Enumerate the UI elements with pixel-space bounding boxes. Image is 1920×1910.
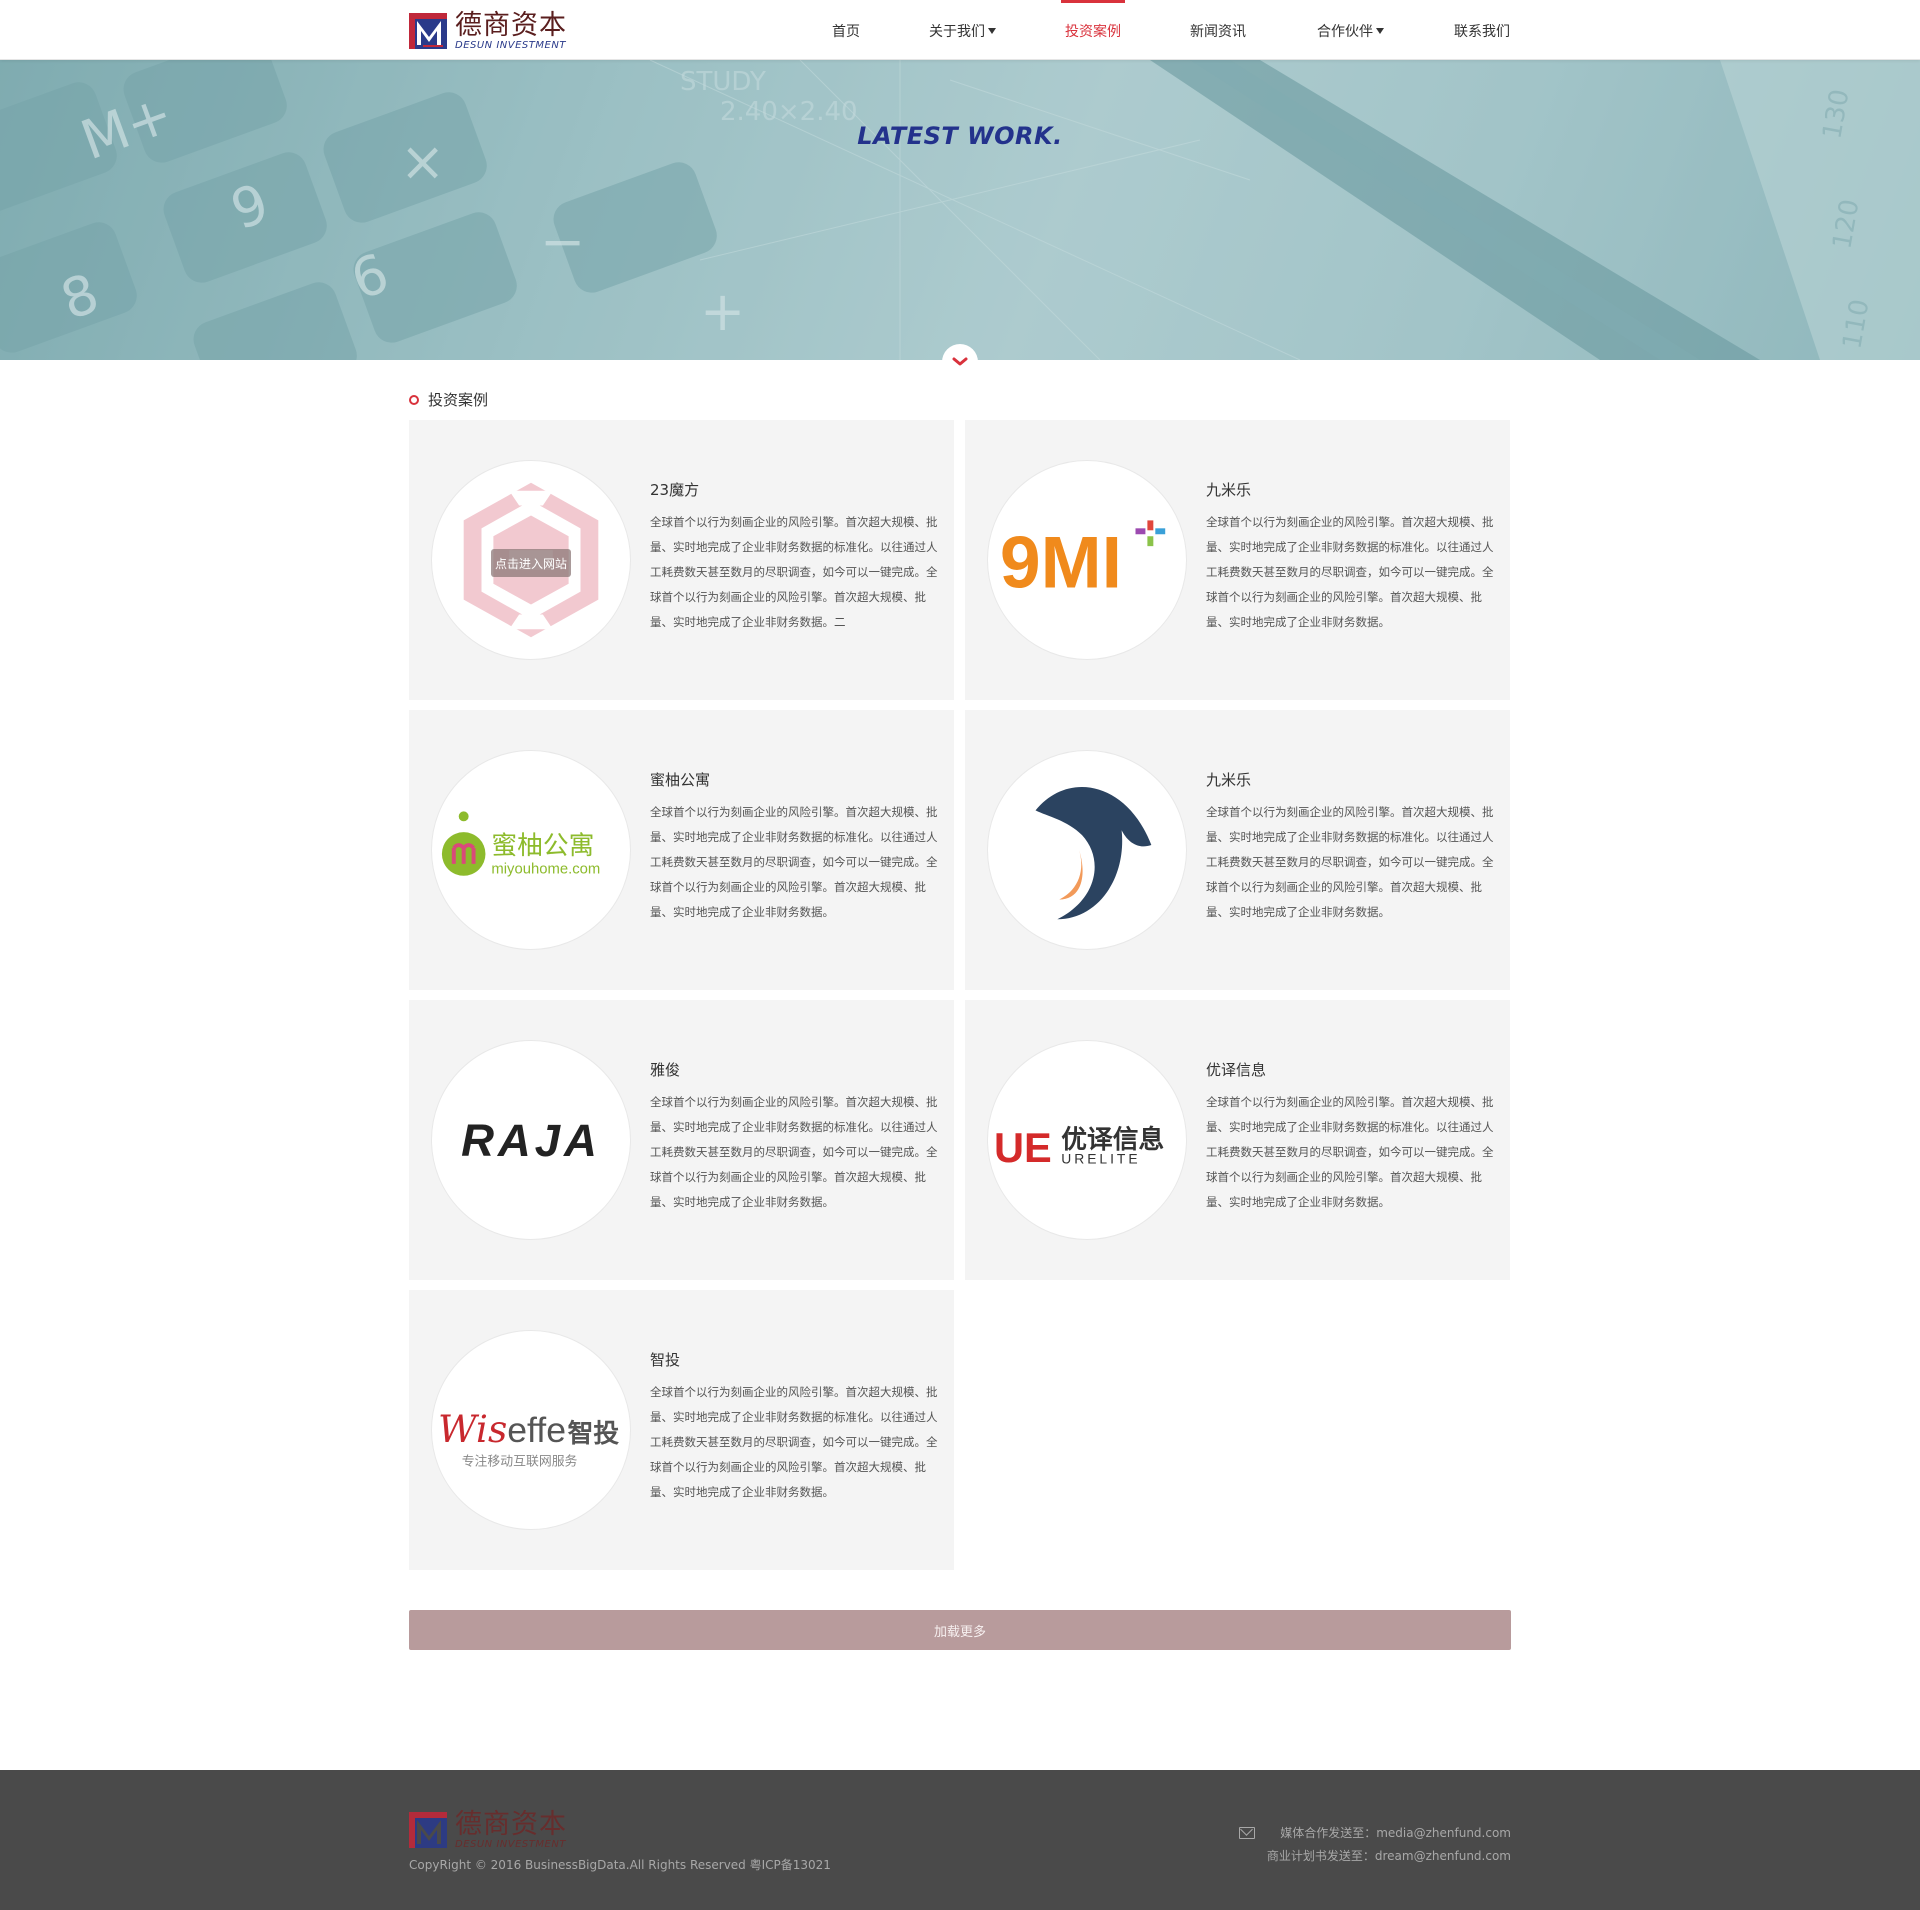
scroll-down-button[interactable] <box>942 344 978 380</box>
nav-partners[interactable]: 合作伙伴 <box>1317 21 1384 41</box>
case-card[interactable]: 9MI 九米乐 全球首个以行为刻画企业的风险引擎。首次超大规模、批量、实时地完成… <box>965 420 1510 700</box>
dropdown-caret-icon <box>988 28 996 34</box>
copyright-text: CopyRight © 2016 BusinessBigData.All Rig… <box>409 1858 831 1872</box>
svg-text:智投: 智投 <box>568 1419 620 1449</box>
case-logo[interactable]: RAJA <box>431 1040 631 1240</box>
case-card[interactable]: Wis effe 智投 专注移动互联网服务 智投 全球首个以行为刻画企业的风险引… <box>409 1290 954 1570</box>
9mi-logo-icon: 9MI <box>1000 520 1166 604</box>
footer-logo[interactable]: 德商资本 DESUN INVESTMENT <box>409 1810 567 1850</box>
svg-text:Wis: Wis <box>438 1407 507 1451</box>
mail-icon <box>1238 1827 1255 1839</box>
case-description: 全球首个以行为刻画企业的风险引擎。首次超大规模、批量、实时地完成了企业非财务数据… <box>650 1095 938 1209</box>
site-logo[interactable]: 德商资本 DESUN INVESTMENT <box>409 9 574 53</box>
logo-mark-icon <box>409 1810 449 1850</box>
chevron-down-icon <box>952 357 968 366</box>
case-card[interactable]: 点击进入网站 23魔方 全球首个以行为刻画企业的风险引擎。首次超大规模、批量、实… <box>409 420 954 700</box>
case-description: 全球首个以行为刻画企业的风险引擎。首次超大规模、批量、实时地完成了企业非财务数据… <box>1206 1095 1494 1209</box>
plan-email[interactable]: 商业计划书发送至：dream@zhenfund.com <box>1267 1845 1511 1868</box>
case-logo[interactable]: 9MI <box>987 460 1187 660</box>
site-footer: 德商资本 DESUN INVESTMENT CopyRight © 2016 B… <box>0 1770 1920 1910</box>
miyou-logo-icon: 蜜柚公寓 miyouhome.com <box>441 811 600 878</box>
dropdown-caret-icon <box>1376 28 1384 34</box>
site-header: 德商资本 DESUN INVESTMENT 首页 关于我们 投资案例 新闻资讯 … <box>0 0 1920 60</box>
urelite-logo-icon: UE 优译信息 URELITE <box>994 1124 1164 1171</box>
case-logo[interactable] <box>987 750 1187 950</box>
case-description: 全球首个以行为刻画企业的风险引擎。首次超大规模、批量、实时地完成了企业非财务数据… <box>1206 515 1494 629</box>
case-title[interactable]: 九米乐 <box>1206 769 1251 790</box>
case-description: 全球首个以行为刻画企业的风险引擎。首次超大规模、批量、实时地完成了企业非财务数据… <box>650 805 938 919</box>
load-more-button[interactable]: 加载更多 <box>409 1610 1511 1650</box>
case-card[interactable]: RAJA 雅俊 全球首个以行为刻画企业的风险引擎。首次超大规模、批量、实时地完成… <box>409 1000 954 1280</box>
hero-banner: M+ × 9 − 8 6 + 130 120 110 STUDY 2.40×2.… <box>0 60 1920 360</box>
wiseffe-logo-icon: Wis effe 智投 专注移动互联网服务 <box>438 1407 620 1470</box>
case-description: 全球首个以行为刻画企业的风险引擎。首次超大规模、批量、实时地完成了企业非财务数据… <box>1206 805 1494 919</box>
section-heading: 投资案例 <box>409 389 488 410</box>
logo-subtitle: DESUN INVESTMENT <box>455 39 566 51</box>
raja-logo-icon: RAJA <box>461 1115 601 1166</box>
case-card[interactable]: 蜜柚公寓 miyouhome.com 蜜柚公寓 全球首个以行为刻画企业的风险引擎… <box>409 710 954 990</box>
logo-title: 德商资本 <box>455 9 567 41</box>
case-title[interactable]: 智投 <box>650 1349 680 1370</box>
nav-news[interactable]: 新闻资讯 <box>1190 21 1246 41</box>
case-card[interactable]: UE 优译信息 URELITE 优译信息 全球首个以行为刻画企业的风险引擎。首次… <box>965 1000 1510 1280</box>
case-logo[interactable]: UE 优译信息 URELITE <box>987 1040 1187 1240</box>
case-title[interactable]: 雅俊 <box>650 1059 680 1080</box>
case-description: 全球首个以行为刻画企业的风险引擎。首次超大规模、批量、实时地完成了企业非财务数据… <box>650 1385 938 1499</box>
svg-text:RAJA: RAJA <box>461 1115 601 1166</box>
case-title[interactable]: 蜜柚公寓 <box>650 769 710 790</box>
svg-text:URELITE: URELITE <box>1061 1151 1140 1167</box>
nav-contact[interactable]: 联系我们 <box>1454 21 1510 41</box>
case-title[interactable]: 23魔方 <box>650 479 699 500</box>
footer-logo-subtitle: DESUN INVESTMENT <box>455 1838 566 1850</box>
svg-text:蜜柚公寓: 蜜柚公寓 <box>491 831 594 861</box>
case-logo[interactable]: Wis effe 智投 专注移动互联网服务 <box>431 1330 631 1530</box>
svg-text:miyouhome.com: miyouhome.com <box>491 862 600 878</box>
bird-logo-icon <box>1035 786 1152 920</box>
footer-logo-title: 德商资本 <box>455 1808 567 1840</box>
visit-site-button[interactable]: 点击进入网站 <box>491 549 571 577</box>
banner-background-image: M+ × 9 − 8 6 + 130 120 110 STUDY 2.40×2.… <box>0 60 1920 360</box>
nav-about[interactable]: 关于我们 <box>929 21 996 41</box>
nav-home[interactable]: 首页 <box>832 21 860 41</box>
svg-text:专注移动互联网服务: 专注移动互联网服务 <box>462 1454 578 1470</box>
circle-bullet-icon <box>409 394 419 405</box>
banner-title: LATEST WORK. <box>857 122 1063 150</box>
svg-text:UE: UE <box>994 1124 1052 1171</box>
case-logo[interactable]: 蜜柚公寓 miyouhome.com <box>431 750 631 950</box>
svg-text:effe: effe <box>507 1410 566 1450</box>
case-title[interactable]: 九米乐 <box>1206 479 1251 500</box>
contact-info: 媒体合作发送至：media@zhenfund.com 商业计划书发送至：drea… <box>1238 1822 1511 1868</box>
svg-text:9MI: 9MI <box>1000 522 1122 604</box>
logo-mark-icon <box>409 11 449 51</box>
case-card[interactable]: 九米乐 全球首个以行为刻画企业的风险引擎。首次超大规模、批量、实时地完成了企业非… <box>965 710 1510 990</box>
case-description: 全球首个以行为刻画企业的风险引擎。首次超大规模、批量、实时地完成了企业非财务数据… <box>650 515 938 629</box>
nav-cases[interactable]: 投资案例 <box>1061 0 1125 41</box>
media-email[interactable]: 媒体合作发送至：media@zhenfund.com <box>1267 1822 1511 1845</box>
case-logo[interactable]: 点击进入网站 <box>431 460 631 660</box>
section-title: 投资案例 <box>428 391 489 409</box>
case-title[interactable]: 优译信息 <box>1206 1059 1266 1080</box>
